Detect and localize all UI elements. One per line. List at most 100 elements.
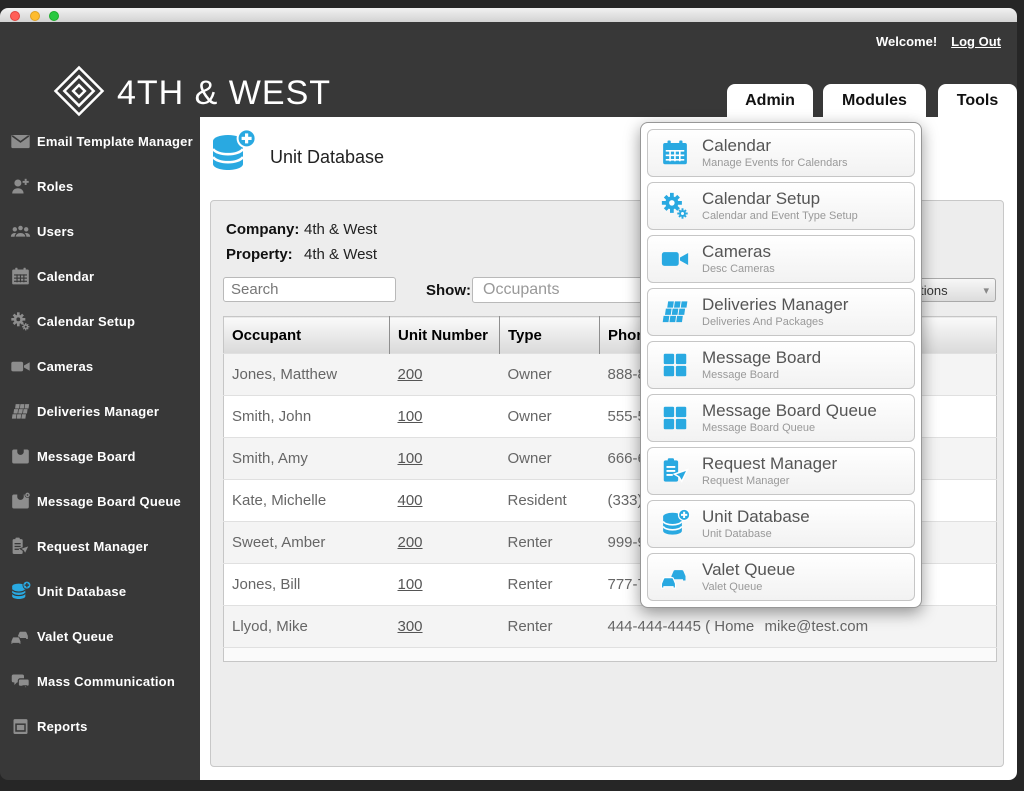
sidebar-item-deliveries-manager[interactable]: Deliveries Manager: [0, 389, 200, 434]
tab-tools[interactable]: Tools: [938, 84, 1017, 117]
chevron-down-icon: ▾: [983, 284, 989, 297]
type-cell: Owner: [500, 396, 600, 438]
unit-cell: 300: [390, 606, 500, 648]
property-label: Property:: [226, 246, 293, 263]
modules-menu-item-deliveries-manager[interactable]: Deliveries ManagerDeliveries And Package…: [647, 288, 915, 336]
sidebar-item-label: Users: [37, 224, 74, 239]
sidebar-item-roles[interactable]: Roles: [0, 164, 200, 209]
sidebar-item-label: Unit Database: [37, 584, 126, 599]
zoom-window-button[interactable]: [49, 11, 59, 21]
menu-item-subtitle: Message Board Queue: [702, 422, 877, 434]
sidebar-item-email-template-manager[interactable]: Email Template Manager: [0, 119, 200, 164]
menu-item-subtitle: Message Board: [702, 369, 821, 381]
menu-item-title: Unit Database: [702, 508, 810, 527]
sidebar-item-label: Message Board: [37, 449, 136, 464]
sidebar-item-mass-communication[interactable]: Mass Communication: [0, 659, 200, 704]
unit-cell: 200: [390, 522, 500, 564]
sidebar-item-reports[interactable]: Reports: [0, 704, 200, 749]
unit-number-link[interactable]: 200: [398, 366, 423, 383]
calendar-icon: [660, 138, 690, 168]
email-cell: mike@test.com: [757, 606, 997, 648]
sidebar-item-users[interactable]: Users: [0, 209, 200, 254]
gears-icon: [10, 311, 31, 332]
search-input[interactable]: [223, 277, 396, 302]
sidebar-item-calendar[interactable]: Calendar: [0, 254, 200, 299]
property-value: 4th & West: [304, 246, 377, 263]
modules-menu-item-message-board[interactable]: Message BoardMessage Board: [647, 341, 915, 389]
close-window-button[interactable]: [10, 11, 20, 21]
clipboard-arrow-icon: [10, 536, 31, 557]
screen: 4TH & WEST Welcome! Log Out Admin Modules…: [0, 0, 1024, 791]
sidebar-item-label: Deliveries Manager: [37, 404, 159, 419]
sidebar-item-label: Mass Communication: [37, 674, 175, 689]
occupant-cell: Llyod, Mike: [224, 606, 390, 648]
sidebar-item-valet-queue[interactable]: Valet Queue: [0, 614, 200, 659]
inbox-icon: [10, 446, 31, 467]
calendar-icon: [10, 266, 31, 287]
modules-menu-item-valet-queue[interactable]: Valet QueueValet Queue: [647, 553, 915, 601]
type-cell: Resident: [500, 480, 600, 522]
minimize-window-button[interactable]: [30, 11, 40, 21]
sidebar-item-label: Calendar Setup: [37, 314, 135, 329]
show-select-value: Occupants: [483, 281, 559, 299]
tab-admin[interactable]: Admin: [727, 84, 813, 117]
unit-cell: 200: [390, 354, 500, 396]
modules-menu-item-calendar[interactable]: CalendarManage Events for Calendars: [647, 129, 915, 177]
welcome-text: Welcome!: [876, 34, 937, 49]
sidebar-item-label: Email Template Manager: [37, 134, 193, 149]
type-cell: Renter: [500, 522, 600, 564]
gears-icon: [660, 191, 690, 221]
unit-database-icon: [208, 126, 256, 180]
logout-link[interactable]: Log Out: [951, 34, 1001, 49]
sidebar: Email Template Manager Roles Users Calendar…: [0, 117, 200, 780]
video-camera-icon: [10, 356, 31, 377]
unit-cell: 100: [390, 396, 500, 438]
column-header-type: Type: [500, 317, 600, 354]
tab-modules[interactable]: Modules: [823, 84, 926, 117]
occupant-cell: Smith, John: [224, 396, 390, 438]
sidebar-item-request-manager[interactable]: Request Manager: [0, 524, 200, 569]
sidebar-item-message-board-queue[interactable]: Message Board Queue: [0, 479, 200, 524]
sidebar-item-calendar-setup[interactable]: Calendar Setup: [0, 299, 200, 344]
unit-number-link[interactable]: 200: [398, 534, 423, 551]
menu-item-title: Calendar: [702, 137, 848, 156]
phone-cell: 444-444-4445 ( Home ): [600, 606, 757, 648]
menu-item-title: Message Board: [702, 349, 821, 368]
unit-number-link[interactable]: 100: [398, 408, 423, 425]
database-plus-icon: [10, 581, 31, 602]
modules-menu-item-request-manager[interactable]: Request ManagerRequest Manager: [647, 447, 915, 495]
clipboard-arrow-icon: [660, 456, 690, 486]
unit-number-link[interactable]: 300: [398, 618, 423, 635]
menu-item-title: Request Manager: [702, 455, 837, 474]
unit-number-link[interactable]: 100: [398, 576, 423, 593]
inbox-plus-icon: [10, 491, 31, 512]
occupant-cell: Smith, Amy: [224, 438, 390, 480]
occupant-cell: Jones, Matthew: [224, 354, 390, 396]
menu-item-title: Message Board Queue: [702, 402, 877, 421]
sidebar-item-message-board[interactable]: Message Board: [0, 434, 200, 479]
modules-menu-item-cameras[interactable]: CamerasDesc Cameras: [647, 235, 915, 283]
menu-item-subtitle: Unit Database: [702, 528, 810, 540]
menu-item-subtitle: Calendar and Event Type Setup: [702, 210, 858, 222]
user-plus-icon: [10, 176, 31, 197]
modules-menu-item-calendar-setup[interactable]: Calendar SetupCalendar and Event Type Se…: [647, 182, 915, 230]
sidebar-item-label: Valet Queue: [37, 629, 114, 644]
company-label: Company:: [226, 221, 299, 238]
menu-item-title: Deliveries Manager: [702, 296, 848, 315]
unit-number-link[interactable]: 400: [398, 492, 423, 509]
sidebar-item-unit-database[interactable]: Unit Database: [0, 569, 200, 614]
cars-icon: [660, 562, 690, 592]
report-icon: [10, 716, 31, 737]
menu-item-subtitle: Desc Cameras: [702, 263, 775, 275]
unit-number-link[interactable]: 100: [398, 450, 423, 467]
modules-menu-item-unit-database[interactable]: Unit DatabaseUnit Database: [647, 500, 915, 548]
column-header-occupant: Occupant: [224, 317, 390, 354]
menu-item-subtitle: Request Manager: [702, 475, 837, 487]
menu-item-subtitle: Valet Queue: [702, 581, 795, 593]
occupant-cell: Kate, Michelle: [224, 480, 390, 522]
sidebar-item-label: Roles: [37, 179, 73, 194]
modules-menu-item-message-board-queue[interactable]: Message Board QueueMessage Board Queue: [647, 394, 915, 442]
sidebar-item-cameras[interactable]: Cameras: [0, 344, 200, 389]
menu-item-subtitle: Deliveries And Packages: [702, 316, 848, 328]
brand-title: 4TH & WEST: [117, 74, 331, 113]
